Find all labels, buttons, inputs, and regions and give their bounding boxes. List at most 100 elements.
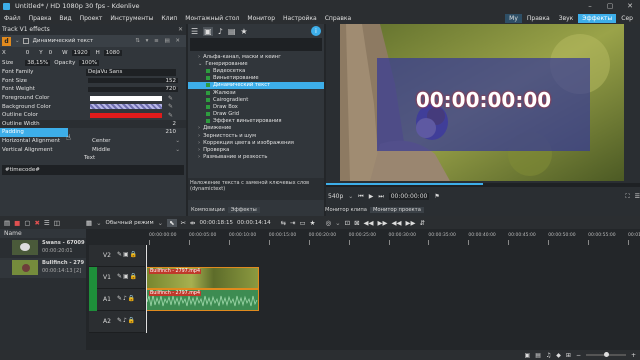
duration-field[interactable]: 00:00:14:14 — [237, 220, 271, 226]
menu-file[interactable]: Файл — [0, 15, 25, 22]
next-marker-icon[interactable]: ▶▶ — [378, 219, 388, 227]
extract-icon[interactable]: ⊠ — [354, 219, 359, 227]
zone-icon[interactable]: ▭ — [300, 219, 306, 227]
tree-category[interactable]: ⌄ Генерирование — [188, 60, 324, 67]
color-picker-icon[interactable]: ✎ — [168, 95, 173, 102]
panel-close-icon[interactable]: ✕ — [178, 26, 183, 33]
enable-checkbox[interactable] — [22, 38, 29, 44]
workspace-color[interactable]: Сер — [617, 14, 637, 23]
video-filter-icon[interactable]: ▣ — [203, 26, 213, 36]
size-input[interactable]: 38,15% — [25, 60, 51, 66]
track-icon[interactable]: ▦ — [86, 219, 92, 227]
marker-icon[interactable]: ⚑ — [434, 193, 439, 200]
thumbnail-icon[interactable]: ▤ — [535, 352, 541, 359]
keyframe-icon[interactable]: ◆ — [556, 352, 561, 359]
playhead[interactable] — [146, 245, 147, 333]
razor-tool-icon[interactable]: ✂ — [181, 219, 186, 227]
chevron-down-icon[interactable]: ⌄ — [175, 147, 180, 153]
settings-icon[interactable]: ☰ — [635, 193, 640, 200]
background-color-swatch[interactable] — [90, 104, 162, 110]
track-controls-icon[interactable]: ✎▣🔒 — [117, 273, 138, 280]
favorite-icon[interactable]: ★ — [240, 27, 247, 36]
tree-category[interactable]: › Зернистость и шум — [188, 132, 324, 139]
rewind-icon[interactable]: ⏮ — [358, 193, 363, 201]
video-clip[interactable]: Bullfinch - 2797.mp4 — [146, 267, 259, 289]
lift-icon[interactable]: ⊡ — [345, 219, 350, 227]
video-frame[interactable]: 00:00:00:00 — [340, 24, 624, 181]
y-input[interactable]: 0 — [49, 50, 53, 56]
chevron-down-icon[interactable]: ⌄ — [348, 193, 353, 200]
favorite-icon[interactable]: ★ — [310, 219, 316, 227]
chevron-down-icon[interactable]: ⌄ — [96, 219, 101, 227]
add-clip-icon[interactable]: ■ — [14, 219, 20, 227]
delete-icon[interactable]: ✖ — [34, 219, 39, 227]
font-weight-slider[interactable] — [88, 86, 178, 92]
tab-compositions[interactable]: Композиции — [188, 207, 228, 213]
zoom-in-icon[interactable]: + — [631, 352, 636, 359]
tree-category[interactable]: › Размывание и резкость — [188, 154, 324, 161]
properties-icon[interactable]: ☰ — [44, 219, 50, 227]
edit-mode-select[interactable]: Обычный режим — [106, 220, 154, 226]
minimize-icon[interactable]: – — [580, 0, 600, 12]
horizontal-alignment-select[interactable]: Center — [92, 138, 111, 144]
timeline-ruler[interactable]: 00:00:00:00 00:00:05:00 00:00:10:00 00:00:1… — [145, 229, 640, 245]
audio-filter-icon[interactable]: ♪ — [218, 27, 223, 36]
tree-category[interactable]: › Альфа-канал, маски и кеинг — [188, 53, 324, 60]
track-target-v1[interactable] — [89, 267, 97, 289]
effects-search-input[interactable] — [190, 38, 322, 51]
mix-icon[interactable]: ⇵ — [420, 219, 425, 227]
record-icon[interactable]: ⊞ — [566, 352, 571, 359]
tree-effect[interactable]: Draw Box — [188, 103, 324, 110]
menu-timeline[interactable]: Монтажный стол — [181, 15, 243, 22]
list-icon[interactable]: ☰ — [191, 27, 198, 36]
next-snap-icon[interactable]: ▶▶ — [406, 219, 416, 227]
tree-category[interactable]: › Проверка — [188, 146, 324, 153]
menu-settings[interactable]: Настройка — [279, 15, 321, 22]
tree-effect-selected[interactable]: Динамический текст — [188, 81, 324, 89]
tree-category[interactable]: › Движение — [188, 125, 324, 132]
tree-effect[interactable]: Draw Grid — [188, 111, 324, 118]
param-value[interactable]: 210 — [166, 129, 177, 135]
prev-snap-icon[interactable]: ◀◀ — [392, 219, 402, 227]
effect-title-row[interactable]: d ⌄ Динамический текст ⇅ ▾ ≡ ▤ ✕ — [0, 35, 186, 47]
folder-icon[interactable]: ▢ — [24, 219, 30, 227]
color-picker-icon[interactable]: ✎ — [168, 103, 173, 110]
x-input[interactable]: 0 — [26, 50, 30, 56]
foreground-color-swatch[interactable] — [90, 95, 162, 101]
overwrite-icon[interactable]: ⇥ — [290, 219, 295, 227]
tree-category[interactable]: › Коррекция цвета и изображения — [188, 139, 324, 146]
tab-project-monitor[interactable]: Монитор проекта — [369, 206, 424, 213]
opacity-input[interactable]: 100% — [79, 60, 100, 66]
menu-monitor[interactable]: Монитор — [243, 15, 279, 22]
param-value[interactable]: 720 — [166, 86, 177, 92]
forward-icon[interactable]: ⏭ — [378, 193, 383, 201]
text-value[interactable]: #timecode# — [5, 167, 40, 173]
param-value[interactable]: 152 — [166, 78, 177, 84]
workspace-effects[interactable]: Эффекты — [578, 13, 617, 23]
track-controls-icon[interactable]: ✎♪🔒 — [117, 295, 136, 302]
font-size-slider[interactable] — [88, 78, 178, 84]
workspace-edit[interactable]: Правка — [523, 14, 554, 23]
timecode-field[interactable]: 00:00:18:15 — [199, 220, 233, 226]
color-picker-icon[interactable]: ✎ — [168, 112, 173, 119]
chevron-down-icon[interactable]: ⌄ — [335, 219, 340, 227]
tree-effect[interactable]: Cairogradient — [188, 96, 324, 103]
tab-clip-monitor[interactable]: Монитор клипа — [322, 207, 370, 213]
audio-thumb-icon[interactable]: ♫ — [546, 352, 551, 359]
track-controls-icon[interactable]: ✎▣🔒 — [117, 251, 138, 258]
zoom-slider[interactable] — [585, 352, 626, 357]
zoom-out-icon[interactable]: − — [576, 352, 581, 359]
spacer-tool-icon[interactable]: ⇹ — [190, 219, 195, 227]
position-timecode[interactable]: 00:00:00:00 — [388, 193, 430, 200]
audio-clip[interactable]: Bullfinch - 2797.mp4 — [146, 289, 259, 311]
tree-effect[interactable]: Видеосетка — [188, 67, 324, 74]
menu-view[interactable]: Вид — [55, 15, 75, 22]
zoom-select[interactable]: 540p — [328, 193, 343, 200]
maximize-icon[interactable]: ▢ — [600, 0, 620, 12]
workspace-audio[interactable]: Звук — [555, 14, 578, 23]
bin-icon[interactable]: ▤ — [4, 219, 10, 227]
chevron-down-icon[interactable]: ⌄ — [158, 219, 163, 227]
close-icon[interactable]: ✕ — [620, 0, 640, 12]
monitor-ruler[interactable] — [326, 183, 640, 187]
text-input[interactable]: #timecode# — [2, 164, 184, 175]
